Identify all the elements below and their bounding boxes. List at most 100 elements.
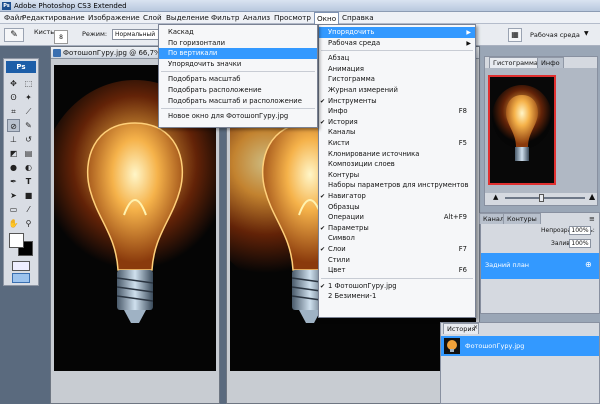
- opacity-field[interactable]: 100%: [569, 226, 591, 235]
- window-menu-item[interactable]: Образцы: [319, 202, 475, 213]
- window-menu-item[interactable]: Символ: [319, 233, 475, 244]
- shortcut-label: F5: [458, 139, 467, 147]
- history-snapshot-row[interactable]: ФотошопГуру.jpg: [441, 336, 599, 356]
- crop-tool-icon[interactable]: ⌗: [7, 105, 20, 118]
- blur-tool-icon[interactable]: ●: [7, 161, 20, 174]
- window-menu-item[interactable]: Гистограмма: [319, 74, 475, 85]
- window-menu-item-label: Композиции слоев: [328, 160, 395, 169]
- zoom-tool-icon[interactable]: ⚲: [22, 217, 35, 230]
- menu-select[interactable]: Выделение: [164, 12, 211, 24]
- window-menu-item[interactable]: ✔ 1 ФотошопГуру.jpg: [319, 281, 475, 292]
- workspace-button[interactable]: Рабочая среда: [530, 31, 580, 39]
- type-tool-icon[interactable]: T: [22, 175, 35, 188]
- navigator-thumbnail-image: [492, 85, 552, 161]
- tab-histogram[interactable]: Гистограмма: [489, 57, 542, 68]
- menu-layer[interactable]: Слой: [141, 12, 164, 24]
- zoom-slider[interactable]: [505, 197, 585, 199]
- foreground-color-swatch[interactable]: [9, 233, 24, 248]
- zoom-slider-handle[interactable]: [539, 194, 544, 202]
- panel-menu-icon[interactable]: ≡: [589, 215, 595, 223]
- magic-wand-tool-icon[interactable]: ✦: [22, 91, 35, 104]
- tab-info[interactable]: Инфо: [537, 57, 564, 68]
- menu-filter[interactable]: Фильтр: [209, 12, 241, 24]
- window-menu-item[interactable]: ✔ История: [319, 117, 475, 128]
- window-menu-item-label: Каналы: [328, 128, 356, 137]
- notes-tool-icon[interactable]: ▭: [7, 203, 20, 216]
- menu-analysis[interactable]: Анализ: [241, 12, 272, 24]
- marquee-tool-icon[interactable]: ⬚: [22, 77, 35, 90]
- arrange-menu-item-label: Подобрать масштаб: [168, 75, 241, 84]
- shape-tool-icon[interactable]: ■: [22, 189, 35, 202]
- window-menu-item[interactable]: Цвет F6: [319, 265, 475, 276]
- arrange-menu-item[interactable]: Подобрать масштаб: [159, 74, 317, 85]
- submenu-arrow-icon: ▶: [466, 39, 471, 47]
- window-menu-item[interactable]: ✔ Слои F7: [319, 244, 475, 255]
- history-tab-close-icon[interactable]: ×: [473, 324, 478, 331]
- move-tool-icon[interactable]: ✥: [7, 77, 20, 90]
- arrange-menu-item[interactable]: Подобрать масштаб и расположение: [159, 96, 317, 107]
- arrange-menu-item-label: Подобрать расположение: [168, 86, 262, 94]
- eraser-tool-icon[interactable]: ◩: [7, 147, 20, 160]
- window-menu-item[interactable]: ✔ Параметры: [319, 223, 475, 234]
- navigator-thumbnail[interactable]: [488, 75, 556, 185]
- arrange-menu-item[interactable]: Упорядочить значки: [159, 59, 317, 70]
- window-menu-item[interactable]: Рабочая среда ▶: [319, 38, 475, 49]
- window-menu-item[interactable]: Контуры: [319, 170, 475, 181]
- window-menu-item[interactable]: Наборы параметров для инструментов: [319, 180, 475, 191]
- brush-size-picker[interactable]: 8: [54, 30, 68, 44]
- slice-tool-icon[interactable]: ⟋: [22, 105, 35, 118]
- menu-view[interactable]: Просмотр: [272, 12, 313, 24]
- arrange-menu-item[interactable]: Новое окно для ФотошопГуру.jpg: [159, 111, 317, 122]
- zoom-out-icon[interactable]: ▲: [493, 193, 498, 201]
- menu-image[interactable]: Изображение: [86, 12, 142, 24]
- window-menu-item[interactable]: Абзац: [319, 53, 475, 64]
- window-menu-item-label: Образцы: [328, 202, 360, 211]
- window-menu-item[interactable]: Упорядочить ▶: [319, 27, 475, 38]
- window-menu-item[interactable]: Композиции слоев: [319, 159, 475, 170]
- window-menu-item[interactable]: Анимация: [319, 64, 475, 75]
- palette-well-icon[interactable]: ▦: [508, 28, 522, 42]
- brush-tool-preset-icon[interactable]: ✎: [4, 28, 24, 42]
- arrange-menu-item[interactable]: По вертикали: [159, 48, 317, 60]
- right-panel-dock: Гистограмма Инфо ▲ ▲ Каналы Контуры ≡ Не…: [440, 46, 600, 404]
- quick-mask-icon[interactable]: [12, 261, 30, 271]
- window-menu-item-label: Наборы параметров для инструментов: [328, 181, 469, 190]
- history-brush-tool-icon[interactable]: ↺: [22, 133, 35, 146]
- tab-paths[interactable]: Контуры: [503, 213, 541, 224]
- pen-tool-icon[interactable]: ✒: [7, 175, 20, 188]
- mode-select[interactable]: Нормальный: [112, 29, 162, 40]
- eyedropper-tool-icon[interactable]: ⁄: [22, 203, 35, 216]
- clone-stamp-tool-icon[interactable]: ⊥: [7, 133, 20, 146]
- window-menu-item[interactable]: Кисти F5: [319, 138, 475, 149]
- mode-label: Режим:: [82, 30, 108, 38]
- layer-row-background[interactable]: Задний план ⊕: [481, 253, 599, 279]
- window-menu-item[interactable]: Стили: [319, 255, 475, 266]
- window-menu-item[interactable]: 2 Безимени-1: [319, 291, 475, 302]
- zoom-in-icon[interactable]: ▲: [589, 192, 595, 201]
- screen-mode-icon[interactable]: [12, 273, 30, 283]
- healing-brush-tool-icon[interactable]: ⊘: [7, 119, 20, 132]
- window-menu-item-label: Абзац: [328, 54, 350, 63]
- lasso-tool-icon[interactable]: ʘ: [7, 91, 20, 104]
- arrange-menu-item[interactable]: По горизонтали: [159, 38, 317, 49]
- window-menu-item[interactable]: Инфо F8: [319, 106, 475, 117]
- workspace-chevron-down-icon[interactable]: ▼: [584, 30, 589, 37]
- path-selection-tool-icon[interactable]: ➤: [7, 189, 20, 202]
- title-bar: Ps Adobe Photoshop CS3 Extended: [0, 0, 600, 12]
- menu-help[interactable]: Справка: [340, 12, 376, 24]
- brush-tool-icon[interactable]: ✎: [22, 119, 35, 132]
- window-menu-item[interactable]: ✔ Инструменты: [319, 96, 475, 107]
- dodge-tool-icon[interactable]: ◐: [22, 161, 35, 174]
- menu-edit[interactable]: Редактирование: [20, 12, 87, 24]
- window-menu-item[interactable]: ✔ Навигатор: [319, 191, 475, 202]
- window-menu-item[interactable]: Журнал измерений: [319, 85, 475, 96]
- window-menu-item[interactable]: Операции Alt+F9: [319, 212, 475, 223]
- toolbox-logo: Ps: [6, 61, 36, 73]
- window-menu-item[interactable]: Каналы: [319, 127, 475, 138]
- fill-field[interactable]: 100%: [569, 239, 591, 248]
- window-menu-item[interactable]: Клонирование источника: [319, 149, 475, 160]
- arrange-menu-item[interactable]: Каскад: [159, 27, 317, 38]
- arrange-menu-item[interactable]: Подобрать расположение: [159, 85, 317, 96]
- hand-tool-icon[interactable]: ✋: [7, 217, 20, 230]
- gradient-tool-icon[interactable]: ▤: [22, 147, 35, 160]
